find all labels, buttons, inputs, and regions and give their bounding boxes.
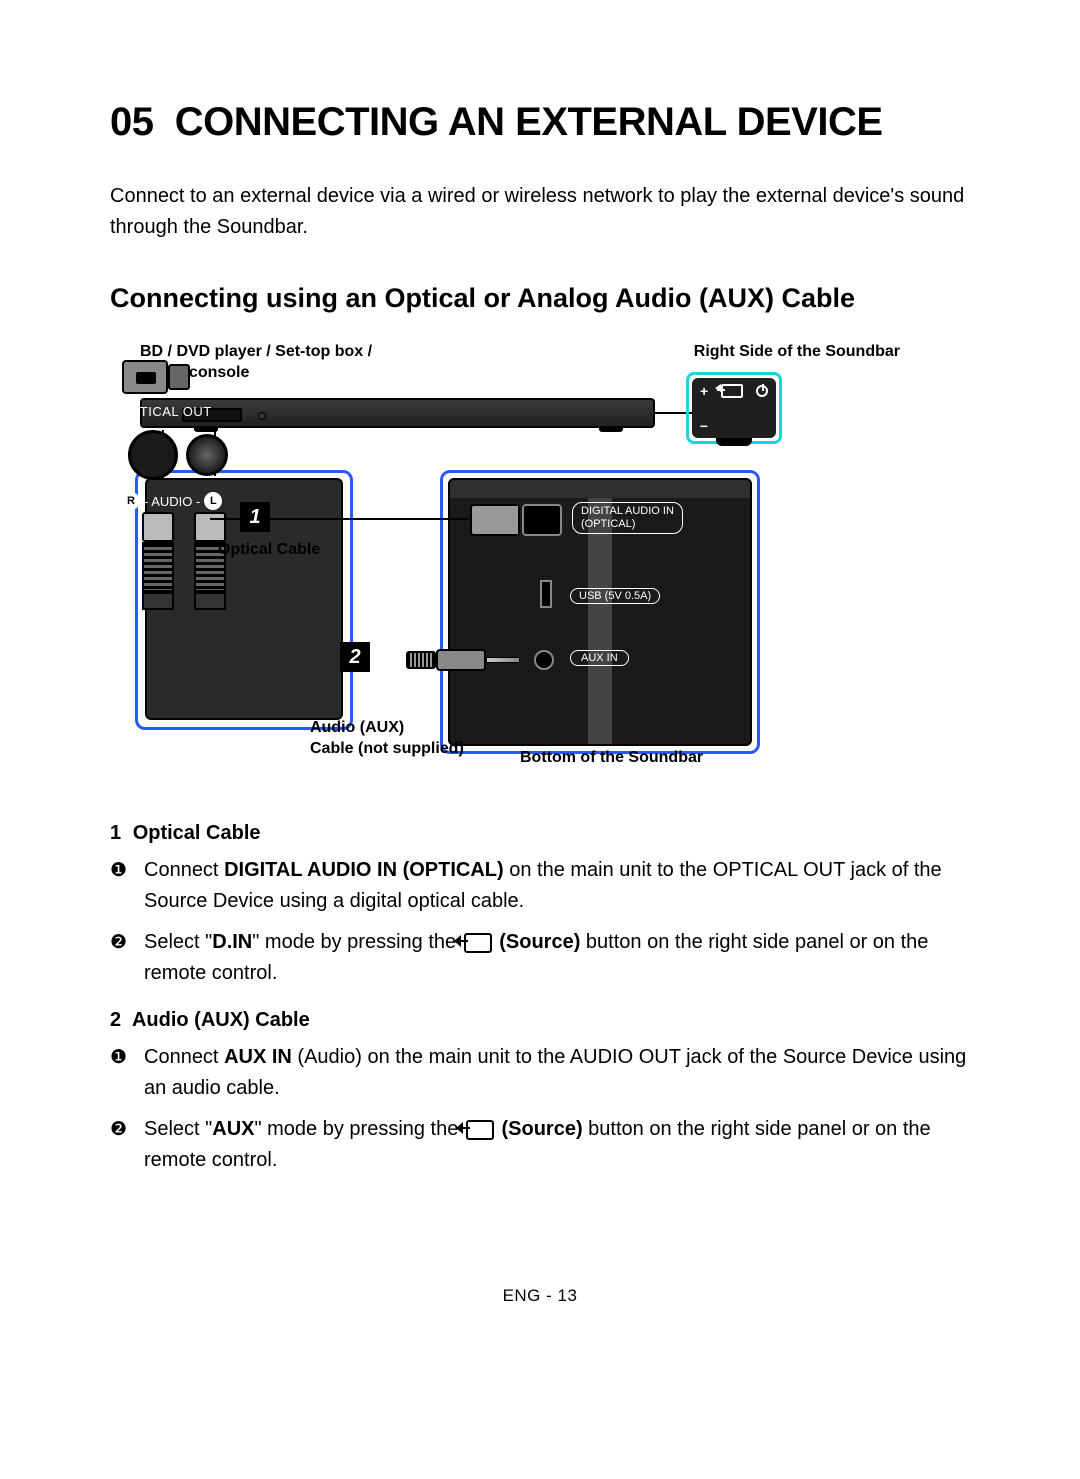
plus-icon: + (700, 384, 708, 398)
aux-in-port-icon (534, 650, 554, 670)
audio-r-icon: R (122, 492, 140, 510)
chapter-number: 05 (110, 100, 154, 144)
label-right-side-soundbar: Right Side of the Soundbar (694, 342, 900, 363)
step-1-2: Select "D.IN" mode by pressing the (Sour… (144, 927, 970, 989)
aux-plug-icon (406, 646, 532, 674)
source-device-icon (140, 398, 655, 428)
page-footer: ENG - 13 (110, 1286, 970, 1306)
chapter-title: CONNECTING AN EXTERNAL DEVICE (175, 100, 883, 144)
step-list-1: Connect DIGITAL AUDIO IN (OPTICAL) on th… (110, 855, 970, 989)
callout-2: 2 (340, 642, 370, 672)
step-heading-1: 1 Optical Cable (110, 822, 970, 845)
minus-icon: – (700, 418, 708, 432)
label-bottom-soundbar: Bottom of the Soundbar (520, 748, 703, 769)
digital-audio-in-port-icon (522, 504, 562, 536)
power-icon (756, 385, 768, 397)
step-2-1: Connect AUX IN (Audio) on the main unit … (144, 1042, 970, 1104)
step-list-2: Connect AUX IN (Audio) on the main unit … (110, 1042, 970, 1176)
soundbar-side-panel-icon: + – (692, 378, 776, 438)
rca-connector-icon (142, 512, 174, 610)
label-usb: USB (5V 0.5A) (570, 588, 660, 604)
port-jack-icon (128, 430, 178, 480)
chapter-heading: 05 CONNECTING AN EXTERNAL DEVICE (110, 100, 970, 145)
label-optical-cable: Optical Cable (218, 540, 320, 561)
section-heading: Connecting using an Optical or Analog Au… (110, 283, 970, 314)
usb-port-icon (540, 580, 552, 608)
optical-plug-icon (122, 360, 168, 394)
callout-1: 1 (240, 502, 270, 532)
label-optical-out: OPTICAL OUT (120, 404, 212, 419)
rca-connector-icon (194, 512, 226, 610)
connection-diagram: BD / DVD player / Set-top box / Game con… (110, 342, 970, 782)
source-icon (721, 384, 743, 398)
source-icon (466, 1120, 494, 1140)
label-aux-in: AUX IN (570, 650, 629, 666)
step-heading-2: 2 Audio (AUX) Cable (110, 1009, 970, 1032)
source-icon (464, 933, 492, 953)
optical-plug-icon (470, 504, 520, 536)
label-digital-audio-in: DIGITAL AUDIO IN (OPTICAL) (572, 502, 683, 534)
intro-paragraph: Connect to an external device via a wire… (110, 181, 970, 243)
step-1-1: Connect DIGITAL AUDIO IN (OPTICAL) on th… (144, 855, 970, 917)
step-2-2: Select "AUX" mode by pressing the (Sourc… (144, 1114, 970, 1176)
label-audio-rl: R - AUDIO - L (122, 492, 222, 510)
audio-l-icon: L (204, 492, 222, 510)
label-aux-cable: Audio (AUX) Cable (not supplied) (310, 718, 464, 760)
